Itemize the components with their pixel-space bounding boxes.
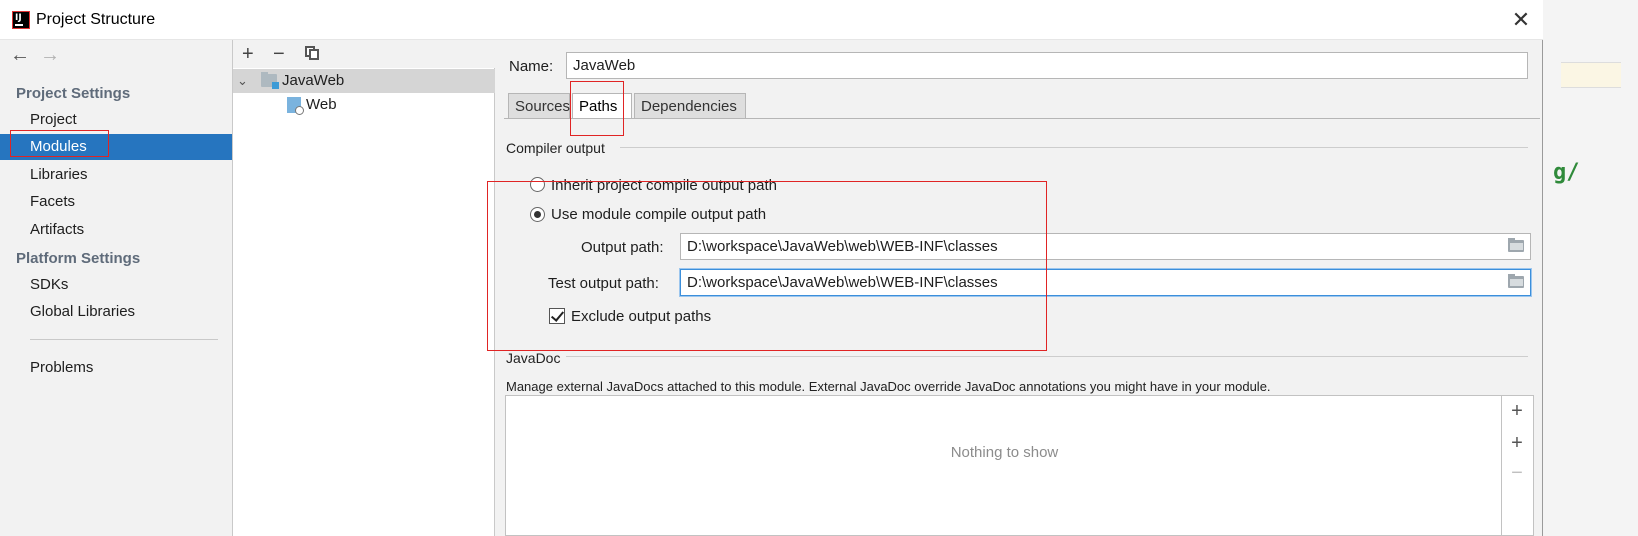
tab-sources[interactable]: Sources	[508, 93, 570, 119]
tab-dependencies[interactable]: Dependencies	[634, 93, 746, 119]
name-label: Name:	[509, 58, 554, 75]
javadoc-description: Manage external JavaDocs attached to thi…	[506, 379, 1271, 394]
sidebar-item-libraries[interactable]: Libraries	[0, 162, 232, 188]
module-name-input[interactable]: JavaWeb	[566, 52, 1528, 79]
forward-arrow-icon[interactable]: →	[40, 44, 60, 67]
tree-node-web[interactable]: Web	[233, 93, 495, 117]
project-structure-dialog: IJ Project Structure ✕ ← → Project Setti…	[0, 0, 1543, 536]
sidebar-item-problems[interactable]: Problems	[0, 355, 232, 381]
back-arrow-icon[interactable]: ←	[10, 44, 30, 67]
output-path-input[interactable]: D:\workspace\JavaWeb\web\WEB-INF\classes	[680, 233, 1531, 260]
empty-state-text: Nothing to show	[950, 444, 1059, 461]
tab-paths[interactable]: Paths	[572, 93, 632, 119]
output-path-value: D:\workspace\JavaWeb\web\WEB-INF\classes	[687, 238, 998, 255]
web-facet-icon	[287, 97, 304, 115]
add-icon[interactable]: +	[1502, 400, 1532, 423]
sidebar-item-global-libraries[interactable]: Global Libraries	[0, 299, 232, 325]
copy-icon[interactable]	[305, 46, 319, 60]
section-rule	[620, 147, 1528, 148]
exclude-output-paths-label: Exclude output paths	[571, 308, 712, 325]
platform-settings-heading: Platform Settings	[16, 250, 141, 267]
add-icon[interactable]: +	[242, 42, 254, 66]
output-path-label: Output path:	[581, 239, 664, 256]
intellij-logo-icon: IJ	[12, 11, 30, 29]
exclude-output-paths-checkbox[interactable]	[549, 308, 565, 324]
remove-icon[interactable]: −	[273, 42, 285, 66]
test-output-path-value: D:\workspace\JavaWeb\web\WEB-INF\classes	[687, 274, 998, 291]
use-module-output-label: Use module compile output path	[551, 206, 767, 223]
close-button[interactable]: ✕	[1506, 6, 1536, 34]
remove-icon[interactable]: −	[1502, 462, 1532, 485]
module-folder-icon	[261, 72, 279, 89]
section-rule	[566, 356, 1528, 357]
javadoc-heading: JavaDoc	[506, 350, 561, 366]
sidebar-divider	[30, 339, 218, 340]
sidebar-item-modules[interactable]: Modules	[0, 134, 232, 160]
inherit-output-label: Inherit project compile output path	[551, 177, 777, 194]
test-output-path-input[interactable]: D:\workspace\JavaWeb\web\WEB-INF\classes	[680, 269, 1531, 296]
javadoc-toolbar: + + −	[1502, 395, 1534, 536]
window-title: Project Structure	[36, 11, 156, 28]
tree-node-javaweb[interactable]: ⌄ JavaWeb	[233, 69, 495, 93]
add-url-icon[interactable]: +	[1502, 432, 1532, 455]
project-settings-heading: Project Settings	[16, 85, 131, 102]
sidebar-item-project[interactable]: Project	[0, 107, 232, 133]
use-module-output-radio[interactable]	[530, 207, 545, 222]
background-tab	[1561, 62, 1621, 88]
title-bar: IJ Project Structure ✕	[0, 0, 1543, 40]
sidebar-item-facets[interactable]: Facets	[0, 189, 232, 215]
sidebar-item-artifacts[interactable]: Artifacts	[0, 217, 232, 243]
tab-divider	[504, 118, 1540, 119]
inherit-output-radio[interactable]	[530, 177, 545, 192]
javadoc-list[interactable]: Nothing to show	[505, 395, 1502, 536]
test-output-path-label: Test output path:	[548, 275, 659, 292]
browse-folder-icon[interactable]	[1508, 238, 1524, 252]
background-code-fragment: g/	[1553, 160, 1580, 185]
module-settings-panel: Name: JavaWeb Sources Paths Dependencies…	[496, 40, 1542, 536]
compiler-output-heading: Compiler output	[506, 140, 605, 156]
settings-sidebar: ← → Project Settings Project Modules Lib…	[0, 40, 233, 536]
background-window: g/	[1543, 0, 1638, 536]
chevron-down-icon[interactable]: ⌄	[237, 69, 248, 93]
tree-toolbar: + −	[233, 40, 495, 68]
tree-node-label: JavaWeb	[282, 72, 345, 89]
sidebar-item-sdks[interactable]: SDKs	[0, 272, 232, 298]
module-tree-panel: + − ⌄ JavaWeb Web	[233, 40, 495, 536]
browse-folder-icon[interactable]	[1508, 274, 1524, 288]
tree-node-label: Web	[306, 96, 337, 113]
